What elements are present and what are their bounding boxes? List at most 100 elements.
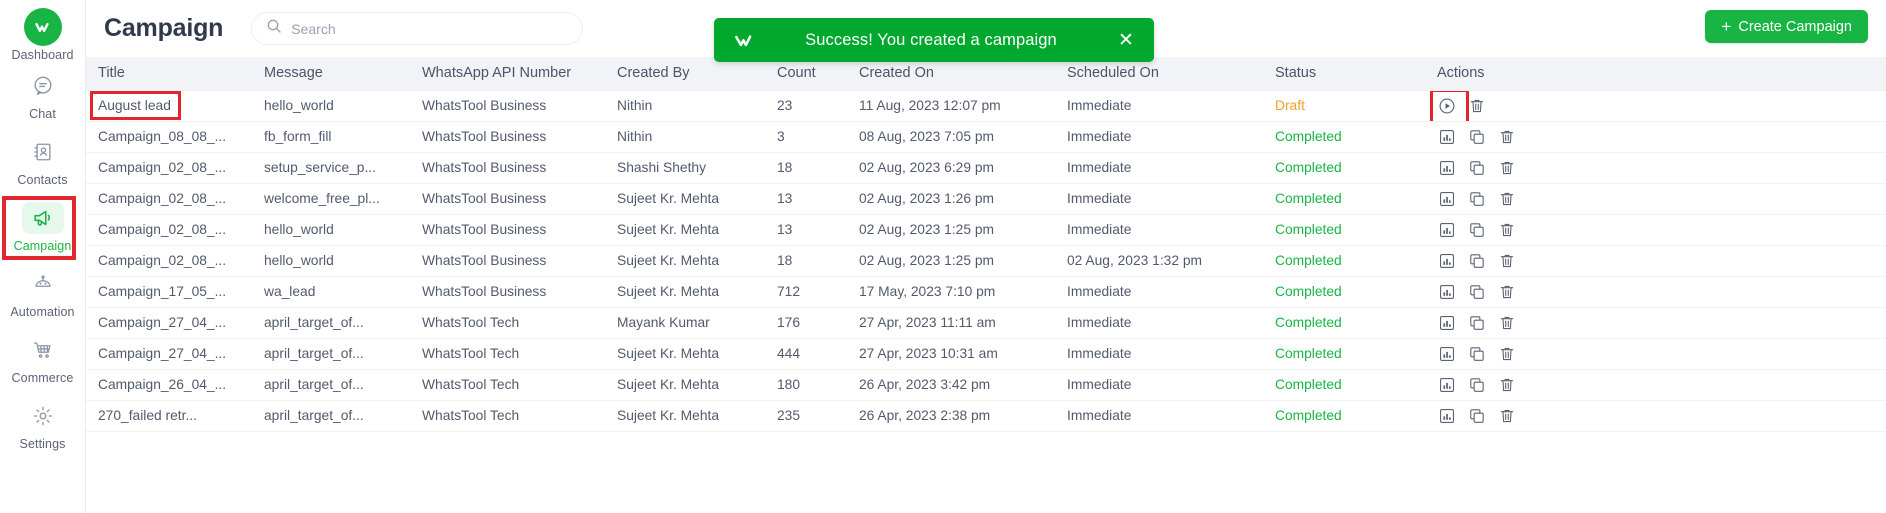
cell-title[interactable]: Campaign_02_08_...	[86, 152, 252, 184]
table-row[interactable]: Campaign_17_05_... wa_lead WhatsTool Busin…	[86, 276, 1886, 308]
app-logo[interactable]: Dashboard	[0, 6, 86, 62]
cell-title[interactable]: August lead	[86, 89, 252, 122]
table-row[interactable]: Campaign_02_08_... welcome_free_pl... What…	[86, 183, 1886, 215]
copy-icon[interactable]	[1467, 251, 1486, 270]
sidebar-item-contacts[interactable]: Contacts	[0, 128, 86, 194]
cell-title[interactable]: Campaign_17_05_...	[86, 276, 252, 308]
copy-icon[interactable]	[1467, 406, 1486, 425]
column-header-title[interactable]: Title	[86, 57, 252, 90]
cell-scheduled-on: Immediate	[1055, 89, 1263, 122]
search-box[interactable]	[251, 12, 584, 45]
play-circle-icon[interactable]	[1437, 96, 1456, 115]
trash-icon[interactable]	[1497, 375, 1516, 394]
cell-count: 13	[765, 214, 847, 246]
trash-icon[interactable]	[1467, 96, 1486, 115]
bar-chart-icon[interactable]	[1437, 282, 1456, 301]
sidebar-item-settings[interactable]: Settings	[0, 392, 86, 458]
title-text: Campaign_02_08_...	[98, 160, 227, 175]
cell-scheduled-on: Immediate	[1055, 369, 1263, 401]
cell-title[interactable]: 270_failed retr...	[86, 400, 252, 432]
table-row[interactable]: Campaign_02_08_... hello_world WhatsTool B…	[86, 245, 1886, 277]
sidebar-item-commerce[interactable]: Commerce	[0, 326, 86, 392]
bar-chart-icon[interactable]	[1437, 251, 1456, 270]
sidebar-item-chat[interactable]: Chat	[0, 62, 86, 128]
close-icon[interactable]: ✕	[1114, 28, 1138, 52]
cell-api-number: WhatsTool Business	[410, 276, 605, 308]
bar-chart-icon[interactable]	[1437, 344, 1456, 363]
table-row[interactable]: 270_failed retr... april_target_of... What…	[86, 400, 1886, 432]
bar-chart-icon[interactable]	[1437, 127, 1456, 146]
cell-actions	[1425, 400, 1886, 432]
action-buttons	[1437, 344, 1886, 363]
action-buttons	[1437, 251, 1886, 270]
cell-actions	[1425, 214, 1886, 246]
cell-actions	[1425, 245, 1886, 277]
whatstool-logo-icon	[23, 8, 62, 46]
cell-title[interactable]: Campaign_27_04_...	[86, 307, 252, 339]
bar-chart-icon[interactable]	[1437, 158, 1456, 177]
table-row[interactable]: Campaign_08_08_... fb_form_fill WhatsTool …	[86, 121, 1886, 153]
cell-status: Completed	[1263, 214, 1425, 246]
title-text: Campaign_17_05_...	[98, 284, 227, 299]
trash-icon[interactable]	[1497, 313, 1516, 332]
trash-icon[interactable]	[1497, 251, 1516, 270]
gear-icon	[22, 400, 64, 432]
cell-actions	[1425, 152, 1886, 184]
trash-icon[interactable]	[1497, 344, 1516, 363]
trash-icon[interactable]	[1497, 220, 1516, 239]
copy-icon[interactable]	[1467, 282, 1486, 301]
column-header-message[interactable]: Message	[252, 57, 410, 90]
bar-chart-icon[interactable]	[1437, 406, 1456, 425]
sidebar-item-automation[interactable]: Automation	[0, 260, 86, 326]
table-row[interactable]: August lead hello_world WhatsTool Business…	[86, 89, 1886, 122]
cell-title[interactable]: Campaign_02_08_...	[86, 183, 252, 215]
table-row[interactable]: Campaign_27_04_... april_target_of... What…	[86, 338, 1886, 370]
cell-created-on: 26 Apr, 2023 3:42 pm	[847, 369, 1055, 401]
copy-icon[interactable]	[1467, 189, 1486, 208]
sidebar-item-label-chat: Chat	[29, 106, 56, 121]
cell-message: april_target_of...	[252, 338, 410, 370]
sidebar-item-campaign[interactable]: Campaign	[0, 194, 86, 260]
cell-count: 18	[765, 245, 847, 277]
cell-title[interactable]: Campaign_02_08_...	[86, 214, 252, 246]
trash-icon[interactable]	[1497, 189, 1516, 208]
trash-icon[interactable]	[1497, 127, 1516, 146]
create-campaign-button[interactable]: + Create Campaign	[1705, 10, 1868, 43]
cell-title[interactable]: Campaign_02_08_...	[86, 245, 252, 277]
bar-chart-icon[interactable]	[1437, 313, 1456, 332]
cell-scheduled-on: Immediate	[1055, 183, 1263, 215]
table-row[interactable]: Campaign_27_04_... april_target_of... What…	[86, 307, 1886, 339]
cell-scheduled-on: Immediate	[1055, 276, 1263, 308]
status-badge: Completed	[1275, 129, 1342, 144]
table-row[interactable]: Campaign_02_08_... hello_world WhatsTool B…	[86, 214, 1886, 246]
cell-count: 3	[765, 121, 847, 153]
search-input[interactable]	[291, 20, 569, 37]
cell-status: Completed	[1263, 307, 1425, 339]
title-text: Campaign_27_04_...	[98, 346, 227, 361]
bar-chart-icon[interactable]	[1437, 375, 1456, 394]
copy-icon[interactable]	[1467, 220, 1486, 239]
copy-icon[interactable]	[1467, 158, 1486, 177]
column-header-api-number[interactable]: WhatsApp API Number	[410, 57, 605, 90]
cell-api-number: WhatsTool Business	[410, 183, 605, 215]
cell-title[interactable]: Campaign_26_04_...	[86, 369, 252, 401]
column-header-status[interactable]: Status	[1263, 57, 1425, 90]
cell-count: 13	[765, 183, 847, 215]
cell-api-number: WhatsTool Tech	[410, 338, 605, 370]
cell-count: 176	[765, 307, 847, 339]
title-text: Campaign_26_04_...	[98, 377, 227, 392]
bar-chart-icon[interactable]	[1437, 220, 1456, 239]
copy-icon[interactable]	[1467, 375, 1486, 394]
copy-icon[interactable]	[1467, 344, 1486, 363]
trash-icon[interactable]	[1497, 158, 1516, 177]
bar-chart-icon[interactable]	[1437, 189, 1456, 208]
trash-icon[interactable]	[1497, 282, 1516, 301]
cell-title[interactable]: Campaign_08_08_...	[86, 121, 252, 153]
megaphone-icon	[21, 201, 64, 234]
copy-icon[interactable]	[1467, 127, 1486, 146]
table-row[interactable]: Campaign_02_08_... setup_service_p... What…	[86, 152, 1886, 184]
copy-icon[interactable]	[1467, 313, 1486, 332]
cell-title[interactable]: Campaign_27_04_...	[86, 338, 252, 370]
table-row[interactable]: Campaign_26_04_... april_target_of... What…	[86, 369, 1886, 401]
trash-icon[interactable]	[1497, 406, 1516, 425]
